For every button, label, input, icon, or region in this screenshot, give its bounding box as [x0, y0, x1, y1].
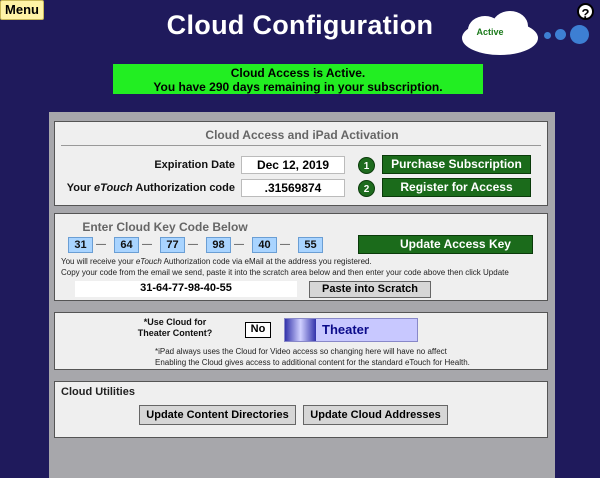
activation-divider	[61, 145, 541, 146]
main-panel: Cloud Access and iPad Activation Expirat…	[49, 112, 555, 478]
key-part-5[interactable]: 40	[252, 237, 277, 253]
theater-section: *Use Cloud for Theater Content? No Theat…	[54, 312, 548, 370]
update-cloud-addresses-button[interactable]: Update Cloud Addresses	[303, 405, 448, 425]
key-dash-1: —	[96, 239, 106, 250]
key-info-line-2: Copy your code from the email we send, p…	[61, 268, 509, 277]
theater-gradient	[285, 319, 316, 341]
status-banner: Cloud Access is Active. You have 290 day…	[113, 64, 483, 94]
theater-cloud-toggle[interactable]: No	[245, 322, 271, 338]
paste-into-scratch-button[interactable]: Paste into Scratch	[309, 281, 431, 298]
key-code-section: Enter Cloud Key Code Below 31 — 64 — 77 …	[54, 213, 548, 301]
menu-button[interactable]: Menu	[0, 0, 44, 20]
cloud-status-label: Active	[476, 27, 504, 37]
activation-title: Cloud Access and iPad Activation	[205, 128, 399, 142]
register-for-access-button[interactable]: Register for Access	[382, 178, 531, 197]
theater-button[interactable]: Theater	[284, 318, 418, 342]
theater-question-line-2: Theater Content?	[137, 328, 213, 338]
auth-label-suffix: Authorization code	[132, 182, 235, 194]
key-dash-4: —	[234, 239, 244, 250]
update-access-key-button[interactable]: Update Access Key	[358, 235, 533, 254]
auth-code-value: .31569874	[241, 179, 345, 197]
expiration-label: Expiration Date	[154, 159, 235, 171]
theater-note-2: Enabling the Cloud gives access to addit…	[155, 358, 470, 367]
theater-question-line-1: *Use Cloud for	[143, 317, 207, 327]
utilities-title: Cloud Utilities	[61, 386, 135, 398]
update-content-directories-button[interactable]: Update Content Directories	[139, 405, 296, 425]
page-title: Cloud Configuration	[166, 10, 434, 40]
auth-code-label: Your eTouch Authorization code	[55, 182, 235, 194]
step-1-badge: 1	[358, 157, 375, 174]
key-part-4[interactable]: 98	[206, 237, 231, 253]
key-part-1[interactable]: 31	[68, 237, 93, 253]
utilities-section: Cloud Utilities Update Content Directori…	[54, 381, 548, 438]
status-dot-medium	[555, 29, 566, 40]
key-dash-5: —	[280, 239, 290, 250]
status-line-2: You have 290 days remaining in your subs…	[153, 80, 443, 94]
key-part-3[interactable]: 77	[160, 237, 185, 253]
key-dash-3: —	[188, 239, 198, 250]
theater-note-1: *iPad always uses the Cloud for Video ac…	[155, 347, 447, 356]
key-code-title: Enter Cloud Key Code Below	[82, 220, 248, 234]
status-dot-large	[570, 25, 589, 44]
purchase-subscription-button[interactable]: Purchase Subscription	[382, 155, 531, 174]
status-dot-small	[544, 32, 551, 39]
key-part-2[interactable]: 64	[114, 237, 139, 253]
key-info-suffix: Authorization code via eMail at the addr…	[161, 257, 372, 266]
key-dash-2: —	[142, 239, 152, 250]
scratch-area[interactable]: 31-64-77-98-40-55	[75, 281, 297, 297]
key-info-line-1: You will receive your eTouch Authorizati…	[61, 257, 372, 266]
theater-question: *Use Cloud for Theater Content?	[115, 317, 235, 339]
key-part-6[interactable]: 55	[298, 237, 323, 253]
auth-label-prefix: Your	[66, 182, 95, 194]
activation-section: Cloud Access and iPad Activation Expirat…	[54, 121, 548, 206]
step-2-badge: 2	[358, 180, 375, 197]
theater-label: Theater	[322, 322, 369, 337]
key-info-brand: eTouch	[135, 257, 162, 266]
help-icon[interactable]: ?	[577, 3, 594, 21]
expiration-value: Dec 12, 2019	[241, 156, 345, 174]
key-info-prefix: You will receive your	[61, 257, 136, 266]
auth-label-brand: eTouch	[94, 182, 133, 194]
status-line-1: Cloud Access is Active.	[230, 66, 366, 80]
